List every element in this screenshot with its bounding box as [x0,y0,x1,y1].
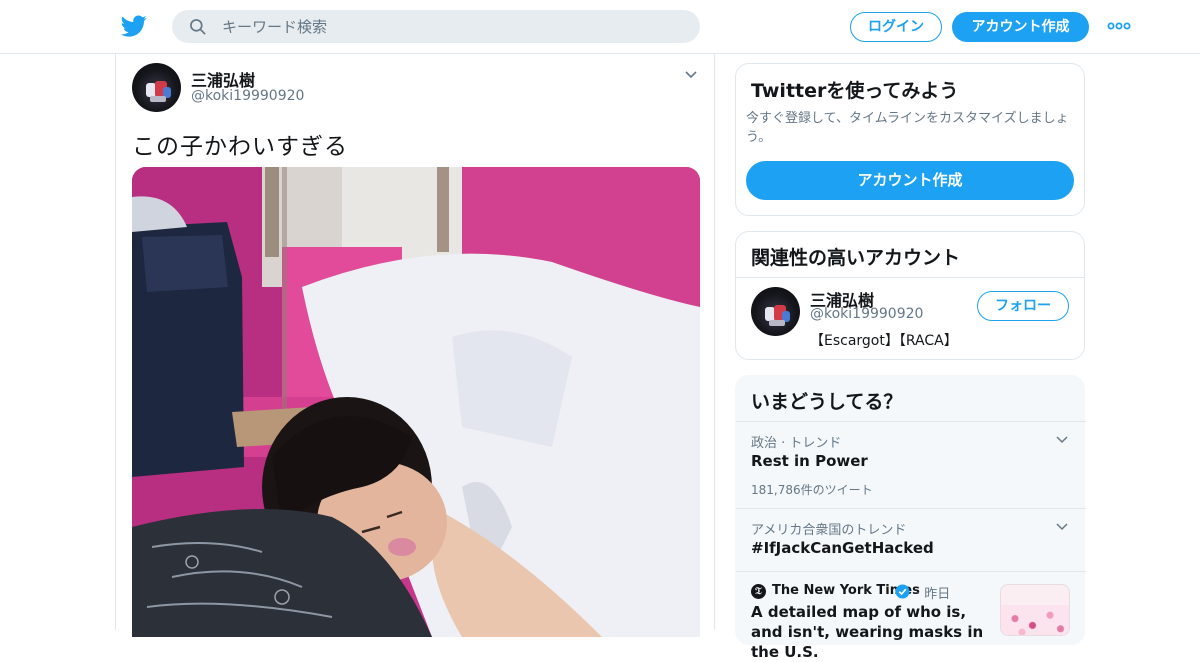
news-timestamp: · 昨日 [916,587,951,602]
tweet-photo[interactable] [132,167,700,637]
trend-context: アメリカ合衆国のトレンド [751,523,907,538]
avatar[interactable] [751,287,800,336]
search-input[interactable] [222,10,682,43]
trend-name[interactable]: #IfJackCanGetHacked [751,539,934,557]
search-icon [190,19,206,35]
avatar[interactable] [132,63,181,112]
signup-card: Twitterを使ってみよう 今すぐ登録して、タイムラインをカスタマイズしましょ… [735,63,1085,216]
related-account-handle[interactable]: @koki19990920 [810,306,923,322]
more-dots-icon[interactable] [1107,19,1131,33]
divider [736,571,1086,572]
signup-button[interactable]: アカウント作成 [952,12,1089,42]
search-bar[interactable] [172,10,700,43]
create-account-button[interactable]: アカウント作成 [746,161,1074,200]
chevron-down-icon[interactable] [1056,436,1068,444]
trend-name[interactable]: Rest in Power [751,452,868,470]
signup-card-description: 今すぐ登録して、タイムラインをカスタマイズしましょう。 [746,111,1069,145]
follow-button[interactable]: フォロー [977,291,1069,321]
top-navigation-bar: ログイン アカウント作成 [0,0,1200,54]
sleeping-person-photo [132,167,700,637]
related-account-bio: 【Escargot】【RACA】 [810,333,958,349]
tweet-author-handle[interactable]: @koki19990920 [191,88,304,104]
trend-item[interactable]: 政治 · トレンド Rest in Power 181,786件のツイート [736,421,1086,508]
login-button[interactable]: ログイン [850,12,942,42]
twitter-bird-icon[interactable] [120,13,148,39]
chevron-down-icon[interactable] [1056,523,1068,531]
signup-card-title: Twitterを使ってみよう [751,80,959,102]
news-headline[interactable]: A detailed map of who is, and isn't, wea… [751,602,996,662]
nyt-logo-icon: 𝔗 [751,584,766,599]
related-accounts-title: 関連性の高いアカウント [751,247,961,269]
trends-title: いまどうしてる？ [751,391,903,413]
trend-tweet-count: 181,786件のツイート [751,483,873,497]
divider [736,277,1084,278]
chevron-down-icon[interactable] [684,70,698,80]
news-thumbnail[interactable] [1000,584,1070,636]
related-accounts-card: 関連性の高いアカウント 三浦弘樹 @koki19990920 【Escargot… [735,231,1085,360]
trend-item[interactable]: アメリカ合衆国のトレンド #IfJackCanGetHacked [736,508,1086,571]
trend-context: 政治 · トレンド [751,436,842,451]
trends-card: いまどうしてる？ 政治 · トレンド Rest in Power 181,786… [735,375,1086,661]
verified-badge-icon [895,584,910,599]
tweet-text: この子かわいすぎる [132,134,348,160]
tweet-container: 三浦弘樹 @koki19990920 この子かわいすぎる [115,54,715,637]
